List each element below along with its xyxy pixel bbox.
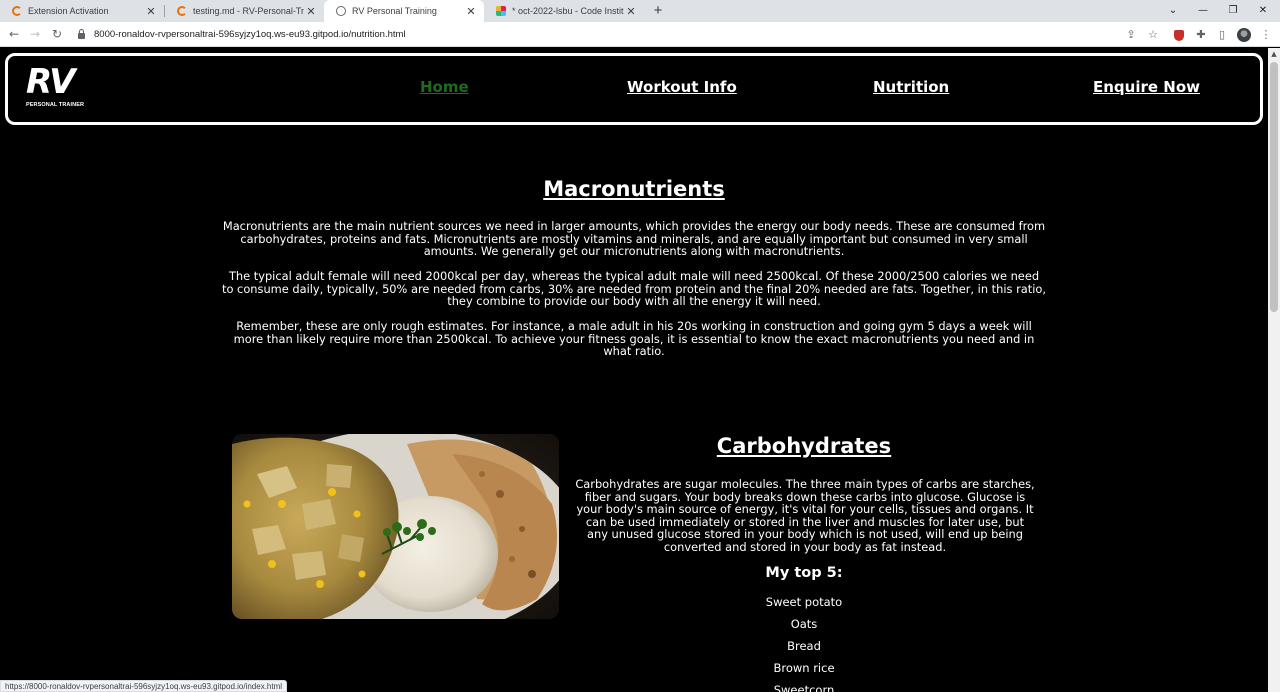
link-status-bar: https://8000-ronaldov-rvpersonaltrai-596… [0, 680, 288, 692]
page-viewport: RV PERSONAL TRAINER Home Workout Info Nu… [0, 48, 1268, 692]
site-logo[interactable]: RV PERSONAL TRAINER [26, 62, 90, 112]
globe-icon [336, 6, 346, 16]
new-tab-button[interactable]: + [650, 0, 666, 22]
scrollbar-thumb[interactable] [1270, 62, 1278, 312]
share-icon[interactable]: ⇪ [1122, 22, 1140, 47]
nav-nutrition-link[interactable]: Nutrition [873, 78, 949, 96]
reload-icon[interactable]: ↻ [47, 22, 67, 47]
tab-title: * oct-2022-lsbu - Code Institute - [512, 6, 624, 16]
nav-enquire-now-link[interactable]: Enquire Now [1093, 78, 1200, 96]
close-tab-icon[interactable]: ✕ [624, 5, 638, 18]
lock-icon [78, 28, 85, 39]
close-tab-icon[interactable]: ✕ [464, 5, 478, 18]
tab-title: Extension Activation [28, 6, 109, 16]
logo-text: RV [26, 62, 75, 102]
macronutrients-paragraph-2: The typical adult female will need 2000k… [222, 269, 1046, 308]
list-item: Bread [787, 639, 821, 653]
list-item: Brown rice [773, 661, 835, 675]
back-arrow-icon[interactable]: ← [4, 22, 24, 47]
extensions-puzzle-icon[interactable]: ✚ [1192, 22, 1210, 47]
carbohydrates-paragraph: Carbohydrates are sugar molecules. The t… [575, 477, 1035, 554]
forward-arrow-icon[interactable]: → [25, 22, 45, 47]
address-bar: ← → ↻ 8000-ronaldov-rvpersonaltrai-596sy… [0, 22, 1280, 47]
list-item: Sweet potato [765, 595, 843, 609]
profile-avatar-icon[interactable] [1235, 22, 1253, 47]
logo-subtext: PERSONAL TRAINER [26, 102, 85, 108]
gitpod-icon [177, 6, 187, 16]
site-header: RV PERSONAL TRAINER Home Workout Info Nu… [5, 53, 1263, 125]
ublock-extension-icon[interactable] [1170, 22, 1188, 47]
browser-tab-active[interactable]: RV Personal Training ✕ [324, 0, 484, 22]
macronutrients-paragraph-1: Macronutrients are the main nutrient sou… [222, 219, 1046, 258]
carbohydrates-heading: Carbohydrates [716, 434, 892, 458]
bookmark-star-icon[interactable]: ☆ [1144, 22, 1162, 47]
browser-tab[interactable]: testing.md - RV-Personal-Trainer ✕ [165, 0, 324, 22]
slack-icon [496, 6, 506, 16]
close-window-icon[interactable]: ✕ [1248, 0, 1278, 22]
macronutrients-heading: Macronutrients [543, 177, 725, 201]
browser-tab[interactable]: Extension Activation ✕ [0, 0, 164, 22]
nav-home-link[interactable]: Home [420, 78, 469, 96]
browser-tab-strip: Extension Activation ✕ testing.md - RV-P… [0, 0, 1280, 22]
tab-title: testing.md - RV-Personal-Trainer [193, 6, 304, 16]
top-five-heading: My top 5: [765, 565, 843, 581]
close-tab-icon[interactable]: ✕ [304, 5, 318, 18]
tab-search-icon[interactable]: ⌄ [1158, 0, 1188, 22]
scroll-up-arrow-icon[interactable]: ▲ [1268, 48, 1280, 60]
menu-kebab-icon[interactable]: ⋮ [1257, 22, 1275, 47]
page-scrollbar[interactable]: ▲ [1268, 48, 1280, 692]
tab-title: RV Personal Training [352, 6, 437, 16]
nav-workout-info-link[interactable]: Workout Info [627, 78, 737, 96]
side-panel-icon[interactable]: ▯ [1213, 22, 1231, 47]
top-five-list: Sweet potato Oats Bread Brown rice Sweet… [724, 594, 884, 692]
restore-icon[interactable]: ❐ [1218, 0, 1248, 22]
macronutrients-paragraph-3: Remember, these are only rough estimates… [233, 319, 1035, 358]
chicken-curry-rice-naan-image [232, 434, 559, 619]
browser-tab[interactable]: * oct-2022-lsbu - Code Institute - ✕ [484, 0, 644, 22]
list-item: Oats [790, 617, 818, 631]
minimize-icon[interactable]: — [1188, 0, 1218, 22]
url-text: 8000-ronaldov-rvpersonaltrai-596syjzy1oq… [94, 29, 406, 40]
close-tab-icon[interactable]: ✕ [144, 5, 158, 18]
list-item: Sweetcorn [773, 683, 835, 692]
gitpod-icon [12, 6, 22, 16]
url-field[interactable]: 8000-ronaldov-rvpersonaltrai-596syjzy1oq… [78, 22, 406, 47]
